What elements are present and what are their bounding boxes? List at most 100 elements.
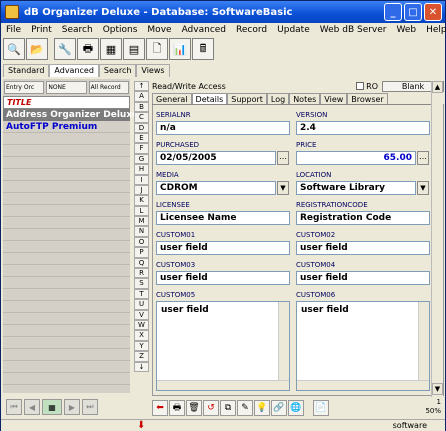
scroll-up-icon[interactable]: ▲ (432, 81, 443, 93)
alpha-index-button[interactable]: H (134, 164, 149, 175)
tab-view[interactable]: View (320, 93, 348, 104)
tab-search[interactable]: Search (98, 64, 137, 77)
scroll-down-icon[interactable]: ▼ (432, 383, 443, 395)
tab-general[interactable]: General (152, 93, 192, 104)
price-calc-button[interactable]: … (417, 151, 429, 165)
list-item[interactable]: Address Organizer Deluxe (3, 109, 138, 121)
alpha-index-button[interactable]: O (134, 236, 149, 248)
alpha-index-button[interactable]: J (134, 184, 149, 196)
last-record-icon[interactable]: ⏭ (82, 399, 98, 415)
chart-icon[interactable]: 📊 (169, 38, 191, 60)
all-records-button[interactable]: All Record (88, 80, 129, 94)
next-record-icon[interactable]: ▶ (64, 399, 80, 415)
tab-details[interactable]: Details (191, 93, 228, 104)
chevron-down-icon[interactable]: ▼ (277, 181, 289, 195)
undo-icon[interactable]: ↺ (203, 400, 219, 416)
filter-none-button[interactable]: NONE (46, 80, 87, 94)
alpha-index-button[interactable]: X (134, 330, 149, 341)
horizontal-scrollbar[interactable] (157, 380, 289, 390)
print-icon[interactable]: 🖶 (77, 38, 99, 60)
price-field[interactable]: 65.00 (296, 151, 416, 165)
custom06-textarea[interactable]: user field (296, 301, 430, 391)
tools-icon[interactable]: 🔧 (54, 38, 76, 60)
tab-standard[interactable]: Standard (3, 64, 50, 77)
alpha-index-button[interactable]: B (134, 101, 149, 113)
entry-order-button[interactable]: Entry Orc (4, 80, 45, 94)
alpha-index-button[interactable]: F (134, 143, 149, 154)
page-icon[interactable]: 🗋 (146, 38, 168, 60)
menu-advanced[interactable]: Advanced (177, 25, 231, 35)
custom01-field[interactable]: user field (156, 241, 290, 255)
alpha-index-button[interactable]: D (134, 122, 149, 133)
alpha-index-button[interactable]: P (134, 247, 149, 258)
tab-advanced[interactable]: Advanced (49, 64, 99, 77)
grid-icon[interactable]: ▦ (100, 38, 122, 60)
open-icon[interactable]: 📂 (26, 38, 48, 60)
menu-record[interactable]: Record (231, 25, 272, 35)
regcode-field[interactable]: Registration Code (296, 211, 430, 225)
report-icon[interactable]: 📄 (313, 400, 329, 416)
tab-notes[interactable]: Notes (289, 93, 321, 104)
alpha-index-button[interactable]: S (134, 278, 149, 289)
alpha-index-button[interactable]: E (134, 132, 149, 144)
print-icon[interactable]: 🖶 (169, 400, 185, 416)
back-arrow-icon[interactable]: ⬅ (152, 400, 168, 416)
custom03-field[interactable]: user field (156, 271, 290, 285)
chevron-down-icon[interactable]: ▼ (417, 181, 429, 195)
tab-views[interactable]: Views (136, 64, 170, 77)
vertical-scrollbar[interactable] (278, 302, 289, 390)
tab-log[interactable]: Log (266, 93, 290, 104)
alpha-index-button[interactable]: Z (134, 351, 149, 362)
alpha-index-button[interactable]: R (134, 268, 149, 279)
vertical-scrollbar[interactable] (418, 302, 429, 390)
menu-print[interactable]: Print (26, 25, 57, 35)
custom02-field[interactable]: user field (296, 241, 430, 255)
alpha-index-button[interactable]: L (134, 205, 149, 217)
menu-move[interactable]: Move (142, 25, 176, 35)
list-header[interactable]: TITLE (3, 96, 130, 109)
alpha-index-button[interactable]: Q (134, 257, 149, 269)
alpha-index-button[interactable]: N (134, 226, 149, 237)
menu-file[interactable]: File (1, 25, 26, 35)
alpha-index-button[interactable]: I (134, 174, 149, 185)
alpha-index-button[interactable]: U (134, 299, 149, 310)
calculator-icon[interactable]: 🖩 (192, 38, 214, 60)
delete-icon[interactable]: 🗑 (186, 400, 202, 416)
menu-options[interactable]: Options (98, 25, 143, 35)
tab-browser[interactable]: Browser (347, 93, 388, 104)
custom04-field[interactable]: user field (296, 271, 430, 285)
alpha-index-button[interactable]: G (134, 153, 149, 165)
form-scrollbar[interactable]: ▲ ▼ (431, 81, 443, 397)
close-button[interactable]: ✕ (424, 3, 442, 21)
licensee-field[interactable]: Licensee Name (156, 211, 290, 225)
date-picker-button[interactable]: … (277, 151, 289, 165)
ro-checkbox[interactable]: RO (356, 82, 378, 91)
first-record-icon[interactable]: ⏮ (6, 399, 22, 415)
link-icon[interactable]: 🔗 (271, 400, 287, 416)
menu-web-db-server[interactable]: Web dB Server (315, 25, 392, 35)
alpha-index-button[interactable]: W (134, 319, 149, 331)
color-palette-icon[interactable]: ▦ (42, 399, 62, 415)
alpha-index-button[interactable]: T (134, 288, 149, 300)
alpha-index-button[interactable]: ↑ (134, 81, 149, 92)
copy-icon[interactable]: ⧉ (220, 400, 236, 416)
alpha-index-button[interactable]: M (134, 216, 149, 227)
alpha-index-button[interactable]: C (134, 112, 149, 123)
alpha-index-button[interactable]: ↓ (134, 361, 149, 372)
purchased-field[interactable]: 02/05/2005 (156, 151, 276, 165)
custom05-textarea[interactable]: user field (156, 301, 290, 391)
alpha-index-button[interactable]: Y (134, 340, 149, 352)
menu-search[interactable]: Search (57, 25, 98, 35)
horizontal-scrollbar[interactable] (297, 380, 429, 390)
list-item[interactable]: AutoFTP Premium (3, 121, 130, 133)
maximize-button[interactable]: □ (404, 3, 422, 21)
menu-update[interactable]: Update (272, 25, 315, 35)
location-select[interactable]: Software Library (296, 181, 416, 195)
search-icon[interactable]: 🔍 (3, 38, 25, 60)
form-icon[interactable]: ▤ (123, 38, 145, 60)
globe-icon[interactable]: 🌐 (288, 400, 304, 416)
edit-icon[interactable]: ✎ (237, 400, 253, 416)
menu-web[interactable]: Web (392, 25, 422, 35)
alpha-index-button[interactable]: V (134, 309, 149, 320)
version-field[interactable]: 2.4 (296, 121, 430, 135)
